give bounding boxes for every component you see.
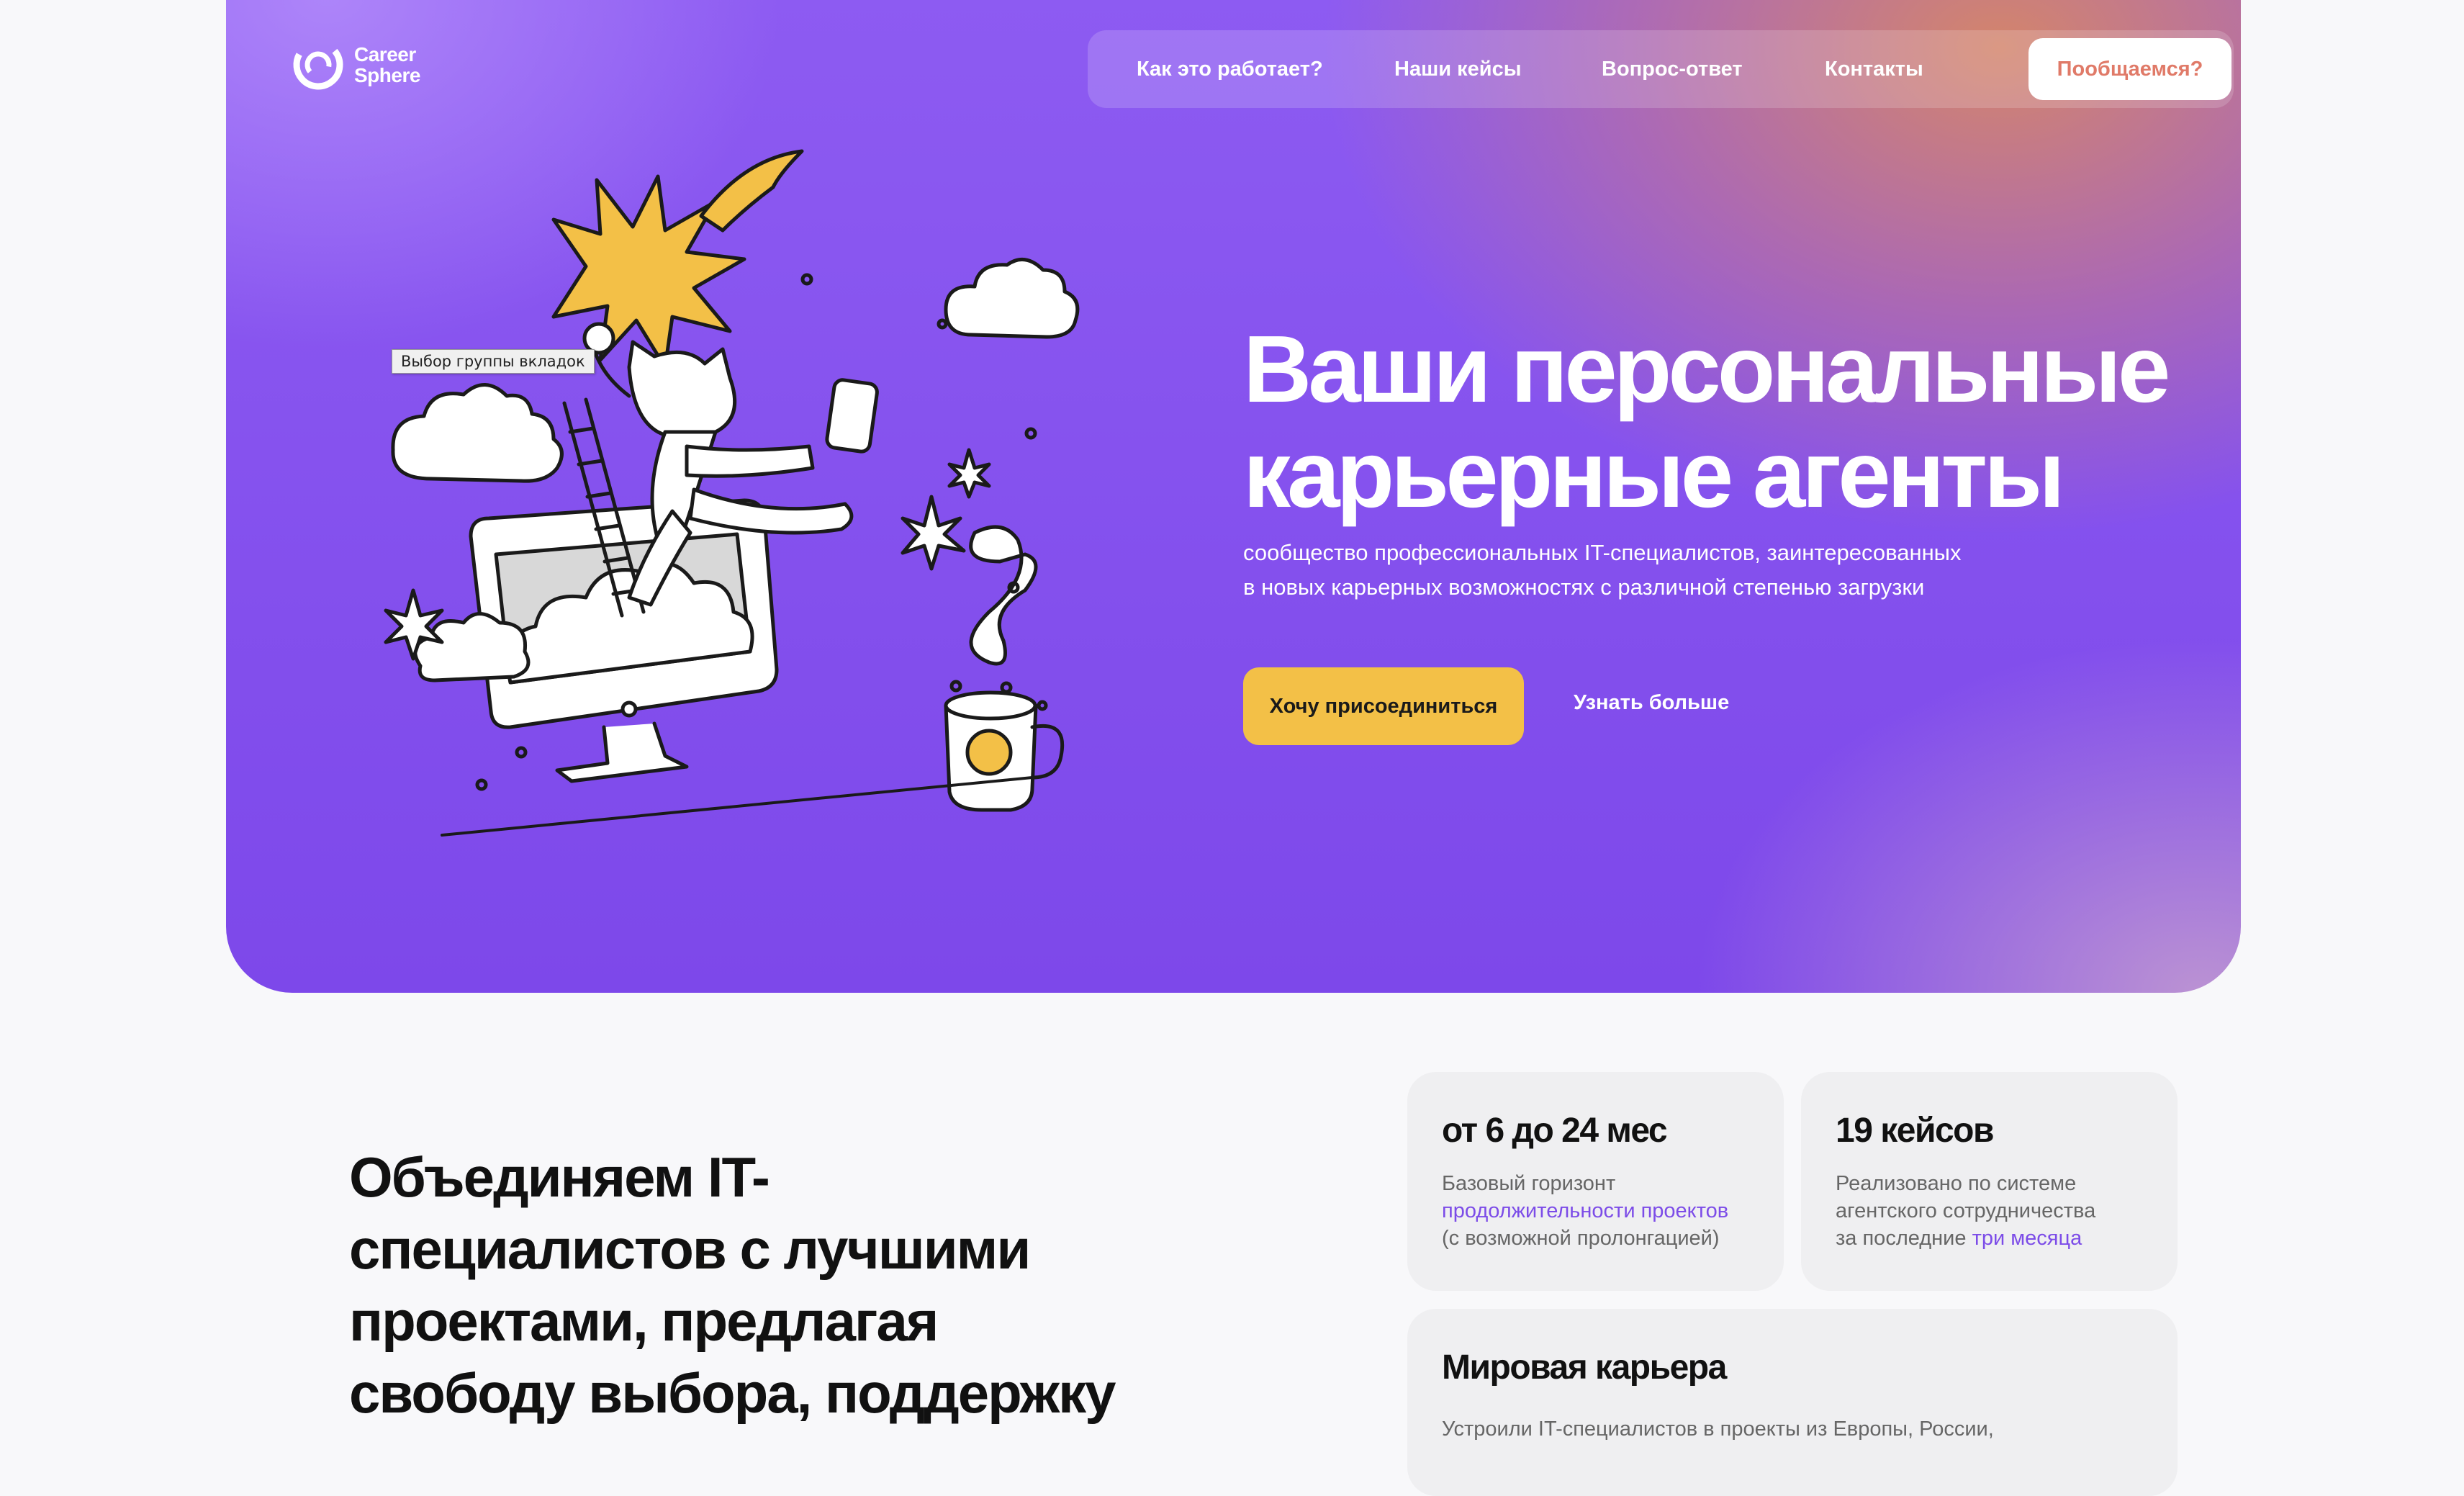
hero-illustration: [384, 149, 1080, 837]
stat-card-duration: от 6 до 24 мес Базовый горизонт продолжи…: [1407, 1072, 1784, 1291]
top-navigation: Как это работает? Наши кейсы Вопрос-отве…: [1088, 30, 2234, 108]
about-heading: Объединяем IT- специалистов с лучшими пр…: [349, 1141, 1116, 1429]
about-heading-line: свободу выбора, поддержку: [349, 1361, 1116, 1425]
card-text-accent: три месяца: [1972, 1227, 2082, 1250]
nav-contacts[interactable]: Контакты: [1825, 58, 1923, 81]
card-text-line: Базовый горизонт: [1442, 1172, 1616, 1195]
card-text-line: за последние три месяца: [1836, 1225, 2095, 1252]
card-text-line: Реализовано по системе: [1836, 1172, 2077, 1195]
card-title: Мировая карьера: [1442, 1348, 1727, 1387]
phone-icon: [825, 378, 879, 454]
card-text-accent: продолжительности проектов: [1442, 1199, 1729, 1222]
nav-how-it-works[interactable]: Как это работает?: [1137, 58, 1323, 81]
card-text-fragment: за последние: [1836, 1227, 1972, 1250]
contact-cta-button[interactable]: Пообщаемся?: [2028, 38, 2231, 100]
tab-group-tooltip: Выбор группы вкладок: [392, 349, 595, 374]
card-text: Реализовано по системе агентского сотруд…: [1836, 1170, 2095, 1252]
nav-faq[interactable]: Вопрос-ответ: [1602, 58, 1743, 81]
join-button[interactable]: Хочу присоединиться: [1243, 667, 1524, 745]
hero-subtitle-line-1: сообщество профессиональных IT-специалис…: [1243, 540, 1962, 565]
blob-shape: [969, 525, 1038, 666]
card-title: 19 кейсов: [1836, 1112, 1994, 1150]
world-career-card: Мировая карьера Устроили IT-специалистов…: [1407, 1309, 2178, 1496]
hero-title-line-1: Ваши персональные: [1243, 316, 2170, 422]
hero-subtitle-line-2: в новых карьерных возможностях с различн…: [1243, 574, 1925, 600]
about-heading-line: проектами, предлагая: [349, 1289, 939, 1353]
cloud-icon: [391, 383, 564, 483]
card-text: Базовый горизонт продолжительности проек…: [1442, 1170, 1728, 1252]
card-text-line: агентского сотрудничества: [1836, 1199, 2096, 1222]
card-title: от 6 до 24 мес: [1442, 1112, 1668, 1150]
stat-card-cases: 19 кейсов Реализовано по системе агентск…: [1801, 1072, 2178, 1291]
monitor-icon: [413, 498, 779, 783]
hero-title-line-2: карьерные агенты: [1243, 421, 2065, 527]
ground-line: [441, 776, 1034, 837]
about-heading-line: Объединяем IT-: [349, 1145, 770, 1209]
learn-more-link[interactable]: Узнать больше: [1574, 691, 1729, 715]
card-text-line: (с возможной пролонгацией): [1442, 1227, 1720, 1250]
hero-subtitle: сообщество профессиональных IT-специалис…: [1243, 536, 1961, 605]
hero-title: Ваши персональные карьерные агенты: [1243, 316, 2170, 527]
about-heading-line: специалистов с лучшими: [349, 1217, 1031, 1281]
nav-cases[interactable]: Наши кейсы: [1394, 58, 1522, 81]
hero-section: Career Sphere Как это работает? Наши кей…: [226, 0, 2241, 993]
cloud-icon: [944, 258, 1080, 339]
card-text: Устроили IT-специалистов в проекты из Ев…: [1442, 1418, 1994, 1441]
